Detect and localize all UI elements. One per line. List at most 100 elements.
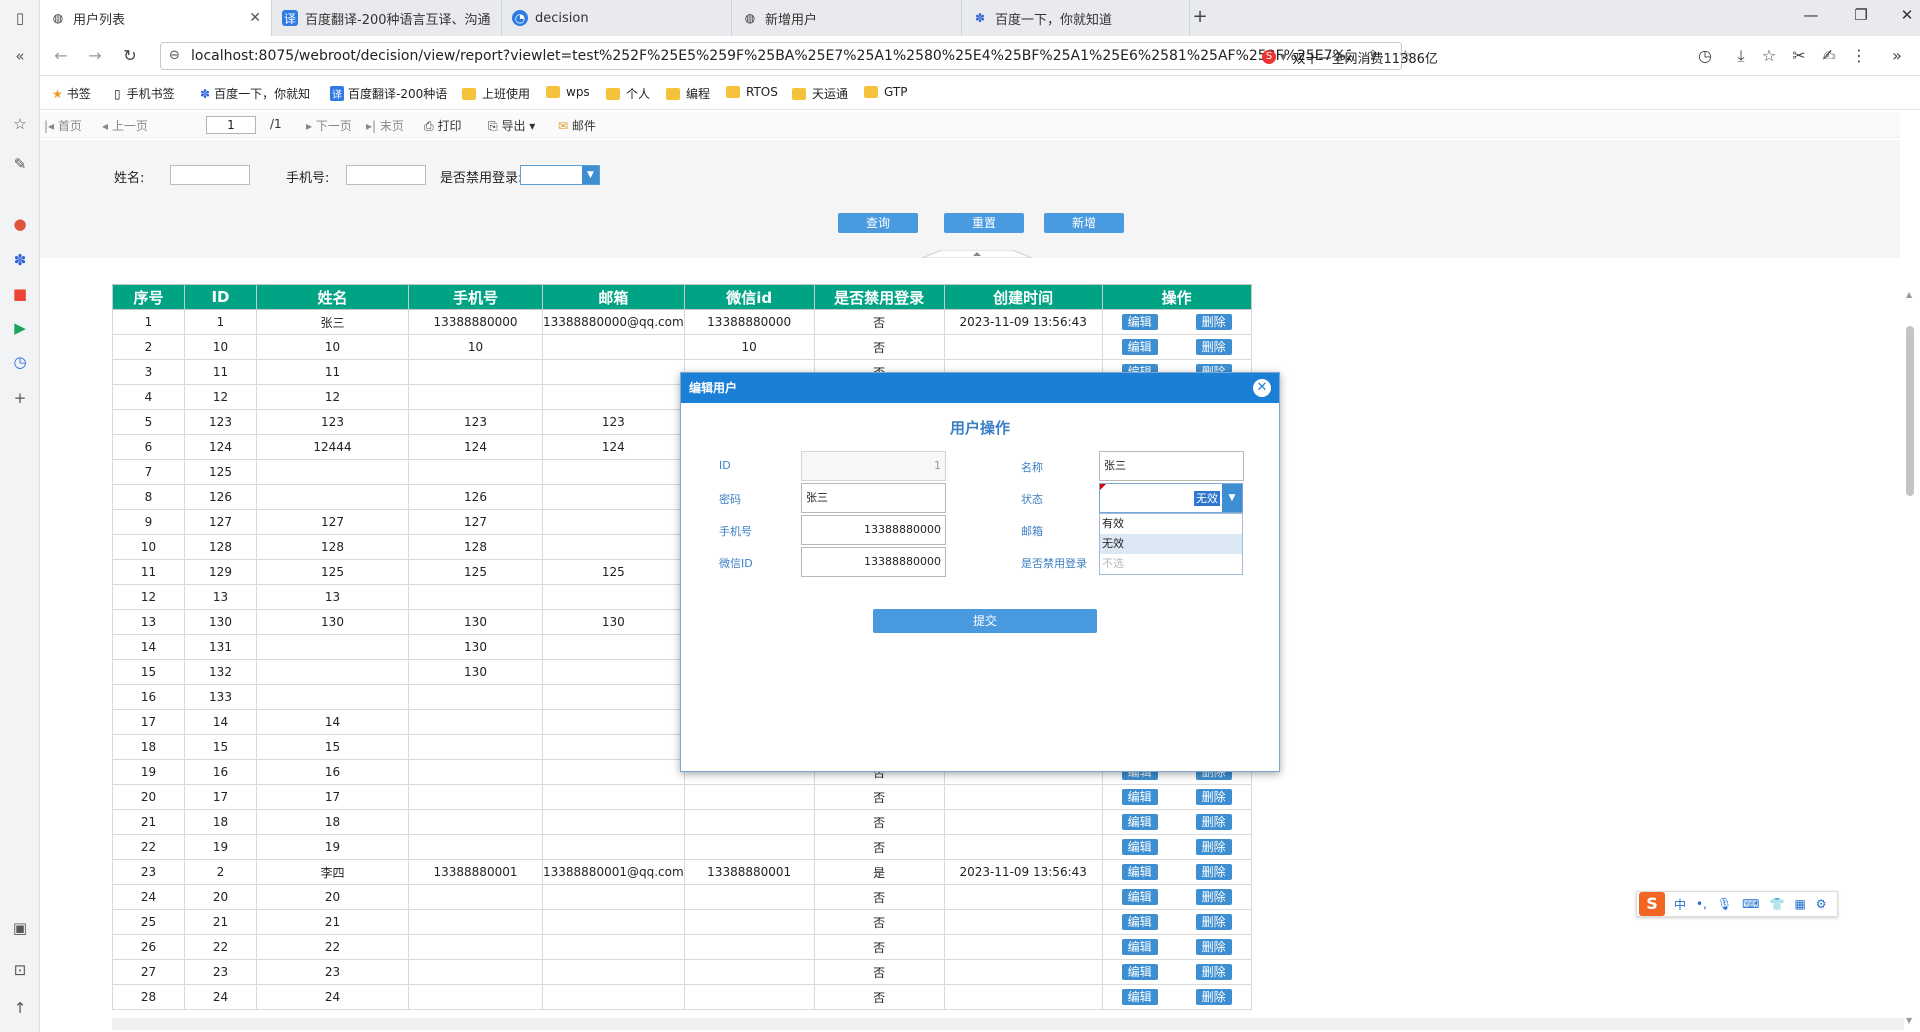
- last-page-button[interactable]: ▸| 末页: [366, 117, 404, 134]
- name-input[interactable]: [170, 165, 250, 185]
- toolbox-icon[interactable]: ▦: [1794, 897, 1805, 911]
- delete-button[interactable]: 删除: [1195, 914, 1232, 930]
- close-icon[interactable]: ✕: [249, 10, 261, 26]
- clock-icon[interactable]: ◷: [8, 350, 32, 374]
- status-option[interactable]: 不选: [1100, 554, 1242, 574]
- first-page-button[interactable]: |◂ 首页: [44, 117, 82, 134]
- bookmark-item[interactable]: ★ 书签: [52, 85, 91, 102]
- status-option[interactable]: 无效: [1100, 534, 1242, 554]
- collapse-right-icon[interactable]: »: [1886, 45, 1908, 67]
- menu-icon[interactable]: ⋮: [1848, 45, 1870, 67]
- sogou-logo-icon[interactable]: S: [1639, 892, 1665, 916]
- new-tab-button[interactable]: +: [1190, 8, 1210, 28]
- site-info-icon[interactable]: ⊖: [169, 48, 180, 63]
- delete-button[interactable]: 删除: [1195, 814, 1232, 830]
- collapse-filter-handle[interactable]: [922, 250, 1032, 258]
- bookmark-folder[interactable]: wps: [546, 85, 590, 99]
- prev-page-button[interactable]: ◂ 上一页: [102, 117, 148, 134]
- window-close-button[interactable]: ✕: [1894, 6, 1920, 30]
- scissors-icon[interactable]: ✂: [1788, 45, 1810, 67]
- edit-button[interactable]: 编辑: [1121, 889, 1158, 905]
- delete-button[interactable]: 删除: [1195, 339, 1232, 355]
- page-number-input[interactable]: 1: [206, 116, 256, 134]
- ime-punctuation[interactable]: •,: [1696, 897, 1707, 911]
- delete-button[interactable]: 删除: [1195, 789, 1232, 805]
- edit-button[interactable]: 编辑: [1121, 964, 1158, 980]
- edit-button[interactable]: 编辑: [1121, 814, 1158, 830]
- search-ad[interactable]: S ▾ 双十一全网消费11386亿: [1262, 44, 1438, 70]
- settings-gear-icon[interactable]: ⚙: [1816, 897, 1827, 911]
- history-icon[interactable]: ◷: [1694, 45, 1716, 67]
- password-field[interactable]: 张三: [801, 483, 946, 513]
- edit-button[interactable]: 编辑: [1121, 339, 1158, 355]
- tab-baidu-translate[interactable]: 译 百度翻译-200种语言互译、沟通: [272, 0, 502, 36]
- tab-add-user[interactable]: ◍ 新增用户: [732, 0, 962, 36]
- chevron-down-icon[interactable]: ▼: [582, 166, 599, 184]
- ime-mode[interactable]: 中: [1674, 896, 1686, 913]
- edit-button[interactable]: 编辑: [1121, 839, 1158, 855]
- minimize-button[interactable]: —: [1798, 6, 1824, 30]
- address-bar[interactable]: ⊖ localhost:8075/webroot/decision/view/r…: [160, 42, 1412, 70]
- next-page-button[interactable]: ▸ 下一页: [306, 117, 352, 134]
- bookmark-item[interactable]: ✽ 百度一下，你就知: [200, 85, 310, 102]
- name-field[interactable]: 张三: [1099, 451, 1244, 481]
- phone-field[interactable]: 13388880000: [801, 515, 946, 545]
- baidu-paw-icon[interactable]: ✽: [8, 248, 32, 272]
- scroll-down-icon[interactable]: ▼: [1906, 1016, 1912, 1025]
- skin-icon[interactable]: 👕: [1769, 897, 1784, 911]
- sign-icon[interactable]: ✍: [1818, 45, 1840, 67]
- status-option[interactable]: 有效: [1100, 514, 1242, 534]
- edit-button[interactable]: 编辑: [1121, 939, 1158, 955]
- query-button[interactable]: 查询: [838, 213, 918, 233]
- reload-icon[interactable]: ↻: [119, 45, 141, 67]
- collapse-left-icon[interactable]: «: [8, 44, 32, 68]
- delete-button[interactable]: 删除: [1195, 939, 1232, 955]
- app-icon[interactable]: ●: [8, 212, 32, 236]
- edit-button[interactable]: 编辑: [1121, 314, 1158, 330]
- add-button[interactable]: 新增: [1044, 213, 1124, 233]
- back-icon[interactable]: ←: [50, 45, 72, 67]
- wechat-field[interactable]: 13388880000: [801, 547, 946, 577]
- status-value[interactable]: 无效: [1194, 491, 1220, 506]
- edit-button[interactable]: 编辑: [1121, 789, 1158, 805]
- delete-button[interactable]: 删除: [1195, 989, 1232, 1005]
- delete-button[interactable]: 删除: [1195, 889, 1232, 905]
- horizontal-scrollbar[interactable]: [112, 1018, 1904, 1030]
- bookmark-folder[interactable]: 上班使用: [462, 85, 530, 102]
- url-text[interactable]: localhost:8075/webroot/decision/view/rep…: [191, 48, 1351, 64]
- delete-button[interactable]: 删除: [1195, 864, 1232, 880]
- add-app-icon[interactable]: +: [8, 386, 32, 410]
- bookmark-folder[interactable]: GTP: [864, 85, 907, 99]
- news-icon[interactable]: ■: [8, 282, 32, 306]
- bookmark-folder[interactable]: RTOS: [726, 85, 778, 99]
- bookmark-folder[interactable]: 编程: [666, 85, 710, 102]
- bookmark-item[interactable]: ▯ 手机书签: [114, 85, 175, 102]
- keyboard-icon[interactable]: ⌨: [1742, 897, 1759, 911]
- tab-decision[interactable]: ◔ decision: [502, 0, 732, 36]
- edit-button[interactable]: 编辑: [1121, 914, 1158, 930]
- edit-button[interactable]: 编辑: [1121, 989, 1158, 1005]
- edit-button[interactable]: 编辑: [1121, 864, 1158, 880]
- upload-icon[interactable]: ↑: [8, 996, 32, 1020]
- disabled-select[interactable]: ▼: [520, 165, 600, 185]
- scrollbar-thumb[interactable]: [1906, 326, 1914, 496]
- delete-button[interactable]: 删除: [1195, 964, 1232, 980]
- reset-button[interactable]: 重置: [944, 213, 1024, 233]
- delete-button[interactable]: 删除: [1195, 314, 1232, 330]
- submit-button[interactable]: 提交: [873, 609, 1097, 633]
- print-button[interactable]: ⎙ 打印: [424, 117, 461, 134]
- screenshot-icon[interactable]: ⊡: [8, 958, 32, 982]
- bookmark-folder[interactable]: 个人: [606, 85, 650, 102]
- chevron-down-icon[interactable]: ▼: [1222, 484, 1242, 512]
- edit-pen-icon[interactable]: ✎: [8, 152, 32, 176]
- scroll-up-icon[interactable]: ▲: [1906, 290, 1912, 299]
- favorites-icon[interactable]: ☆: [1758, 45, 1780, 67]
- delete-button[interactable]: 删除: [1195, 839, 1232, 855]
- mail-button[interactable]: ✉ 邮件: [558, 117, 596, 134]
- restore-button[interactable]: ❐: [1848, 6, 1874, 30]
- microphone-icon[interactable]: 🎙: [1717, 897, 1732, 911]
- folder-icon[interactable]: ▣: [8, 916, 32, 940]
- tab-user-list[interactable]: ◍ 用户列表 ✕: [40, 0, 272, 36]
- play-icon[interactable]: ▶: [8, 316, 32, 340]
- tab-baidu[interactable]: ✽ 百度一下，你就知道: [962, 0, 1190, 36]
